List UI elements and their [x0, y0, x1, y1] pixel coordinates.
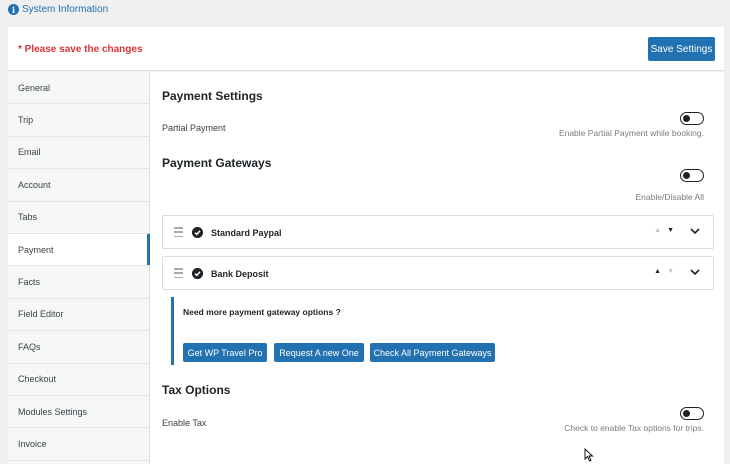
sidebar-item-email[interactable]: Email — [8, 137, 149, 170]
system-information-label: System Information — [22, 4, 109, 15]
sidebar-item-checkout[interactable]: Checkout — [8, 364, 149, 396]
move-down-icon[interactable]: ▼ — [667, 268, 674, 275]
sidebar-item-invoice[interactable]: Invoice — [8, 428, 149, 461]
sidebar-item-field-editor[interactable]: Field Editor — [8, 299, 149, 332]
enable-tax-description: Check to enable Tax options for trips. — [564, 423, 704, 433]
gateway-name: Bank Deposit — [211, 269, 269, 279]
sidebar-item-modules-settings[interactable]: Modules Settings — [8, 396, 149, 429]
sidebar-item-account[interactable]: Account — [8, 169, 149, 202]
move-up-icon[interactable]: ▲ — [654, 227, 661, 234]
system-information-link[interactable]: i System Information — [8, 4, 108, 15]
save-bar: * Please save the changes Save Settings — [8, 27, 724, 71]
more-gateways-notice: Need more payment gateway options ? Get … — [171, 297, 571, 365]
move-up-icon[interactable]: ▲ — [654, 268, 661, 275]
chevron-down-icon[interactable] — [690, 266, 700, 278]
get-wp-travel-pro-button[interactable]: Get WP Travel Pro — [183, 343, 267, 362]
drag-handle-icon[interactable] — [174, 227, 183, 237]
drag-handle-icon[interactable] — [174, 268, 183, 278]
gateway-row-bank-deposit[interactable]: Bank Deposit ▲ ▼ — [162, 256, 714, 290]
check-circle-icon — [192, 227, 203, 238]
enable-tax-label: Enable Tax — [162, 418, 207, 428]
partial-payment-description: Enable Partial Payment while booking. — [558, 128, 704, 138]
sidebar-item-trip[interactable]: Trip — [8, 104, 149, 137]
payment-gateways-heading: Payment Gateways — [162, 156, 272, 170]
info-icon: i — [8, 4, 19, 15]
mouse-cursor-icon — [584, 448, 594, 462]
toggle-knob — [683, 171, 690, 179]
enable-tax-toggle[interactable] — [680, 407, 704, 420]
toggle-knob — [683, 114, 690, 122]
partial-payment-label: Partial Payment — [162, 123, 226, 133]
sidebar-item-facts[interactable]: Facts — [8, 266, 149, 299]
settings-sidebar: General Trip Email Account Tabs Payment … — [8, 72, 150, 464]
sidebar-item-tabs[interactable]: Tabs — [8, 202, 149, 234]
enable-all-gateways-toggle[interactable] — [680, 169, 704, 182]
settings-panel: General Trip Email Account Tabs Payment … — [8, 72, 724, 464]
more-gateways-text: Need more payment gateway options ? — [183, 307, 341, 317]
request-new-gateway-button[interactable]: Request A new One — [274, 343, 364, 362]
check-all-gateways-button[interactable]: Check All Payment Gateways — [370, 343, 495, 362]
tax-options-heading: Tax Options — [162, 383, 231, 397]
toggle-knob — [683, 409, 690, 417]
gateway-name: Standard Paypal — [211, 228, 282, 238]
gateway-row-standard-paypal[interactable]: Standard Paypal ▲ ▼ — [162, 215, 714, 249]
move-down-icon[interactable]: ▼ — [667, 227, 674, 234]
save-settings-button[interactable]: Save Settings — [648, 37, 715, 61]
sidebar-item-faqs[interactable]: FAQs — [8, 331, 149, 364]
payment-settings-heading: Payment Settings — [162, 89, 263, 103]
sidebar-item-general[interactable]: General — [8, 72, 149, 105]
enable-all-description: Enable/Disable All — [635, 192, 704, 202]
partial-payment-toggle[interactable] — [680, 112, 704, 125]
chevron-down-icon[interactable] — [690, 225, 700, 237]
check-circle-icon — [192, 268, 203, 279]
unsaved-notice: * Please save the changes — [18, 44, 143, 55]
payment-content: Payment Settings Partial Payment Enable … — [162, 72, 714, 464]
sidebar-item-payment[interactable]: Payment — [8, 233, 150, 267]
